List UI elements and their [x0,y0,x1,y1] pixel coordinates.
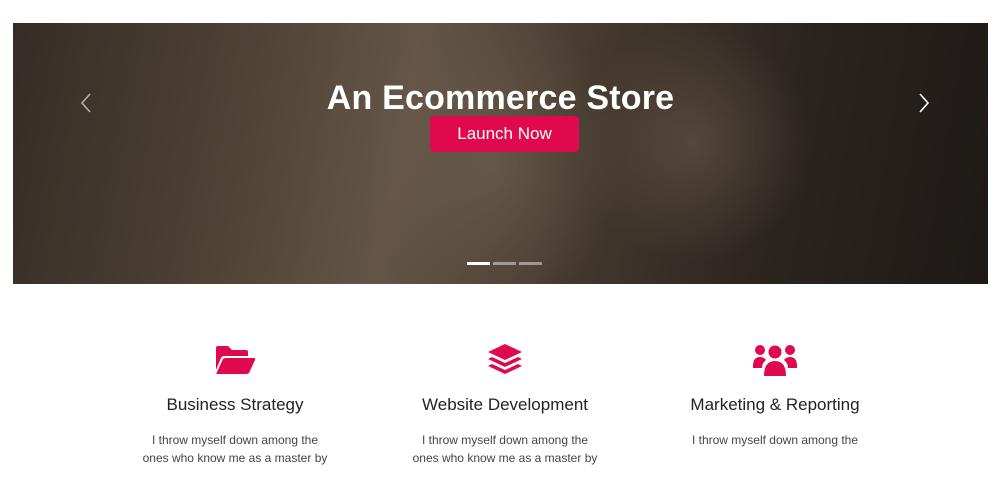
carousel-indicator-2[interactable] [493,262,516,265]
carousel-indicators [467,262,542,265]
hero-image-overlay [13,23,988,284]
carousel-indicator-1[interactable] [467,262,490,265]
feature-title: Website Development [422,395,588,414]
feature-marketing-reporting: Marketing & Reporting I throw myself dow… [665,340,885,449]
hero-carousel: An Ecommerce Store Launch Now [13,23,988,284]
carousel-indicator-3[interactable] [519,262,542,265]
feature-title: Business Strategy [166,395,304,414]
feature-website-development: Website Development I throw myself down … [395,340,615,467]
folder-open-icon [216,346,256,374]
feature-title: Marketing & Reporting [690,395,860,414]
layers-icon [488,344,522,374]
feature-business-strategy: Business Strategy I throw myself down am… [125,340,345,467]
feature-description: I throw myself down among the [691,433,859,447]
feature-description: I throw myself down among the ones who k… [142,433,328,465]
users-icon [753,345,797,376]
launch-now-button[interactable]: Launch Now [430,116,579,152]
hero-title: An Ecommerce Store [326,79,675,117]
feature-description: I throw myself down among the ones who k… [412,433,598,465]
